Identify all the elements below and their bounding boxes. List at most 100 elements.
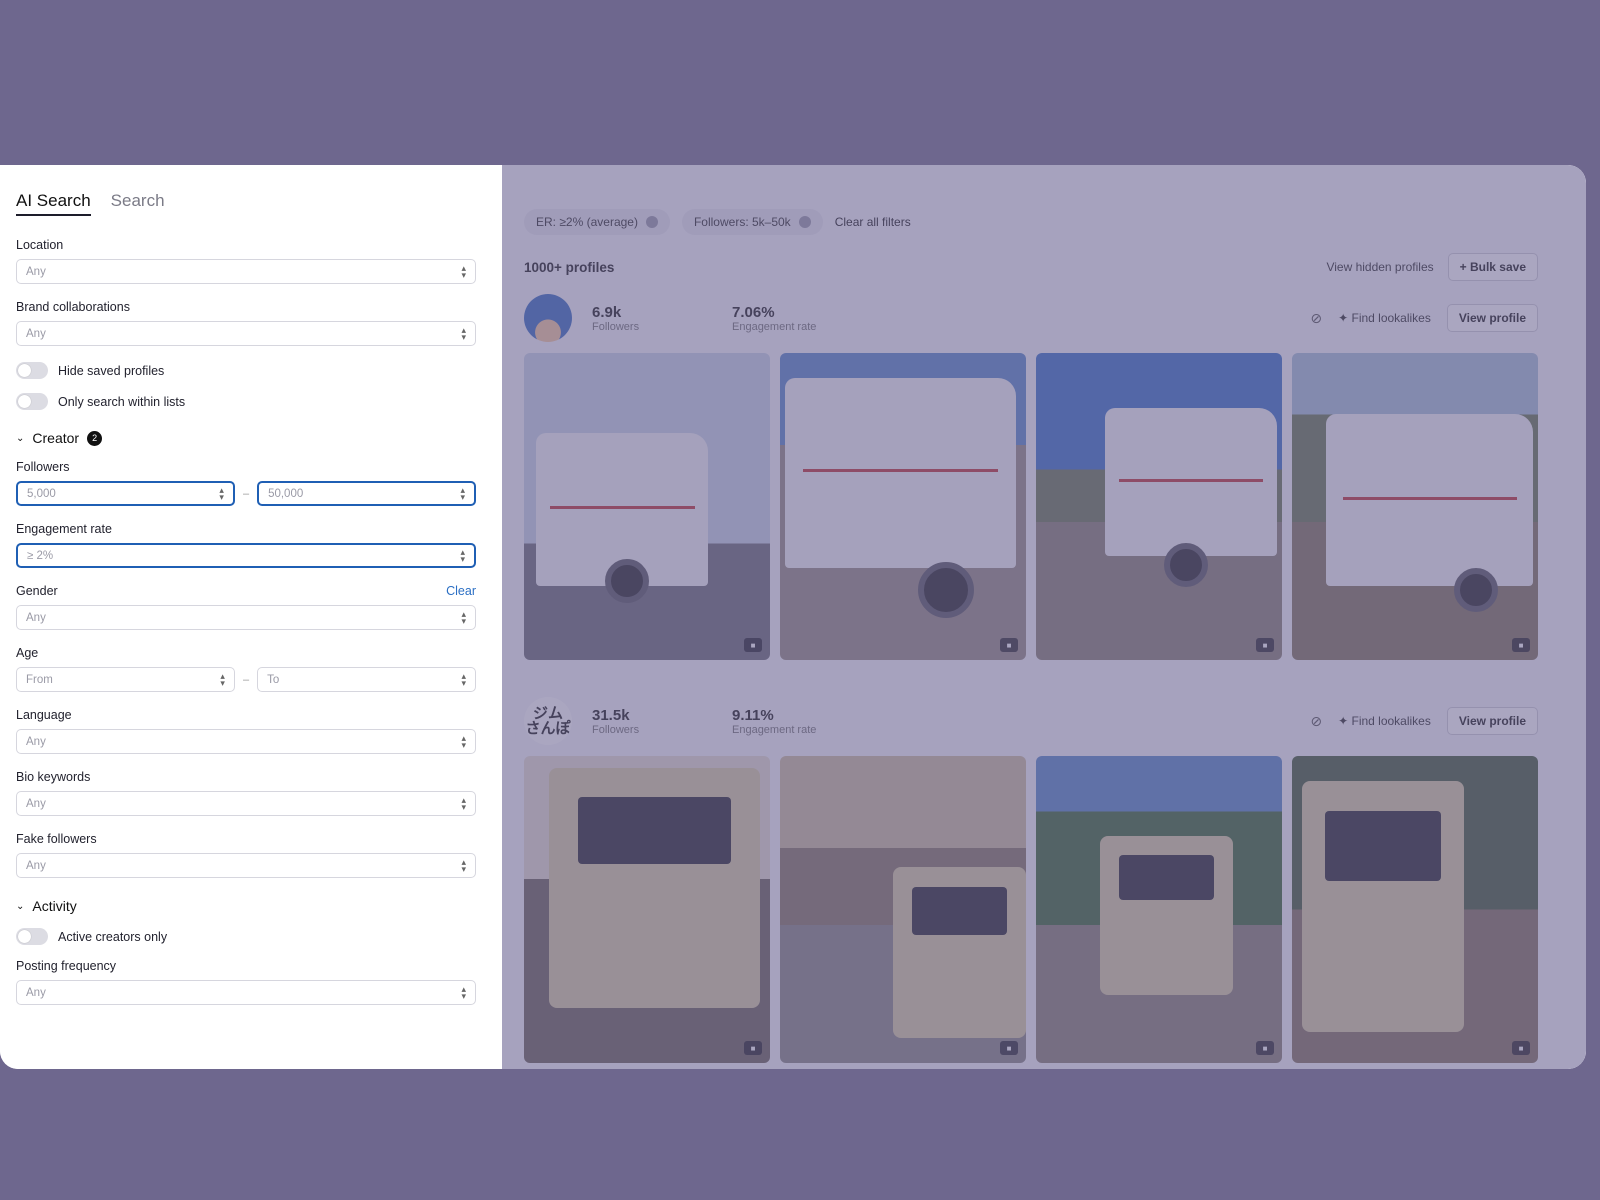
chip-er[interactable]: ER: ≥2% (average): [524, 209, 670, 235]
gender-select[interactable]: Any ▴ ▾: [16, 605, 476, 630]
chevron-updown-icon: ▴ ▾: [461, 608, 466, 626]
avatar[interactable]: ジム さんぽ: [524, 697, 572, 745]
clear-all-filters-link[interactable]: Clear all filters: [835, 215, 911, 229]
brand-value: Any: [26, 327, 46, 340]
brand-field: Brand collaborations Any ▴ ▾: [16, 300, 476, 346]
age-field: Age From ▴ ▾ – To ▴ ▾: [16, 646, 476, 692]
gender-label: Gender: [16, 584, 58, 598]
video-icon: ■: [1256, 638, 1274, 652]
video-icon: ■: [1256, 1041, 1274, 1055]
followers-min-value: 5,000: [27, 487, 56, 500]
view-profile-button[interactable]: View profile: [1446, 304, 1538, 332]
engagement-select[interactable]: ≥ 2% ▴ ▾: [16, 543, 476, 568]
gender-value: Any: [26, 611, 46, 624]
bulk-save-button[interactable]: + Bulk save: [1447, 253, 1538, 281]
active-filter-chips: ER: ≥2% (average) Followers: 5k–50k Clea…: [524, 209, 1538, 235]
language-select[interactable]: Any ▴ ▾: [16, 729, 476, 754]
video-icon: ■: [744, 1041, 762, 1055]
age-from-select[interactable]: From ▴ ▾: [16, 667, 235, 692]
followers-value: 6.9k: [592, 303, 622, 321]
post-thumbnail[interactable]: ■: [524, 353, 770, 660]
followers-max-input[interactable]: 50,000 ▴ ▾: [257, 481, 476, 506]
chevron-updown-icon: ▴ ▾: [461, 983, 466, 1001]
age-label: Age: [16, 646, 39, 660]
post-thumbnail[interactable]: ■: [1036, 353, 1282, 660]
only-lists-toggle[interactable]: [16, 393, 48, 410]
gender-clear-link[interactable]: Clear: [446, 584, 476, 598]
hide-saved-row: Hide saved profiles: [16, 362, 476, 379]
chevron-updown-icon: ▴ ▾: [220, 670, 225, 688]
brand-select[interactable]: Any ▴ ▾: [16, 321, 476, 346]
followers-min-input[interactable]: 5,000 ▴ ▾: [16, 481, 235, 506]
post-thumbnail[interactable]: ■: [524, 756, 770, 1063]
posting-field: Posting frequency Any ▴ ▾: [16, 959, 476, 1005]
find-lookalikes-button[interactable]: ✦ Find lookalikes: [1338, 311, 1431, 325]
followers-label: Followers: [16, 460, 70, 474]
remove-chip-icon[interactable]: [798, 216, 811, 228]
active-only-toggle[interactable]: [16, 928, 48, 945]
age-to-select[interactable]: To ▴ ▾: [257, 667, 476, 692]
search-tabs: AI Search Search: [16, 191, 476, 216]
engagement-label: Engagement rate: [16, 522, 112, 536]
view-profile-button[interactable]: View profile: [1446, 707, 1538, 735]
video-icon: ■: [1512, 1041, 1530, 1055]
only-lists-label: Only search within lists: [58, 394, 186, 409]
hide-eye-icon[interactable]: ⊘: [1310, 310, 1322, 327]
sparkle-icon: ✦: [1338, 714, 1352, 728]
fake-field: Fake followers Any ▴ ▾: [16, 832, 476, 878]
activity-section-toggle[interactable]: ⌄ Activity: [16, 898, 476, 914]
tab-search[interactable]: Search: [111, 191, 165, 216]
post-thumbnail[interactable]: ■: [780, 353, 1026, 660]
video-icon: ■: [744, 638, 762, 652]
language-field: Language Any ▴ ▾: [16, 708, 476, 754]
chip-followers-label: Followers: 5k–50k: [693, 215, 791, 229]
posting-select[interactable]: Any ▴ ▾: [16, 980, 476, 1005]
chevron-updown-icon: ▴ ▾: [219, 484, 224, 502]
chip-followers[interactable]: Followers: 5k–50k: [681, 209, 823, 235]
only-lists-row: Only search within lists: [16, 393, 476, 410]
activity-title: Activity: [32, 898, 77, 914]
app-window: AI Search Search Location Any ▴ ▾ Brand c…: [0, 165, 1586, 1069]
location-field: Location Any ▴ ▾: [16, 238, 476, 284]
chevron-updown-icon: ▴ ▾: [461, 732, 466, 750]
followers-stat: 31.5k Followers: [592, 707, 732, 736]
tab-ai-search[interactable]: AI Search: [16, 191, 91, 216]
chevron-updown-icon: ▴ ▾: [461, 794, 466, 812]
find-lookalikes-button[interactable]: ✦ Find lookalikes: [1338, 714, 1431, 728]
language-value: Any: [26, 735, 46, 748]
chevron-updown-icon: ▴ ▾: [460, 484, 465, 502]
post-thumbnail[interactable]: ■: [780, 756, 1026, 1063]
creator-section-toggle[interactable]: ⌄ Creator 2: [16, 430, 476, 446]
sparkle-icon: ✦: [1338, 311, 1352, 325]
bio-value: Any: [26, 797, 46, 810]
hide-eye-icon[interactable]: ⊘: [1310, 713, 1322, 730]
active-only-row: Active creators only: [16, 928, 476, 945]
chevron-updown-icon: ▴ ▾: [461, 324, 466, 342]
engagement-field: Engagement rate ≥ 2% ▴ ▾: [16, 522, 476, 568]
gender-field: Gender Clear Any ▴ ▾: [16, 584, 476, 630]
avatar[interactable]: [524, 294, 572, 342]
er-value: 7.06%: [732, 303, 775, 321]
creator-count-badge: 2: [87, 430, 103, 446]
bio-label: Bio keywords: [16, 770, 91, 784]
results-count: 1000+ profiles: [524, 259, 615, 275]
fake-value: Any: [26, 859, 46, 872]
location-select[interactable]: Any ▴ ▾: [16, 259, 476, 284]
fake-select[interactable]: Any ▴ ▾: [16, 853, 476, 878]
er-caption: Engagement rate: [732, 723, 817, 736]
followers-value: 31.5k: [592, 706, 630, 724]
remove-chip-icon[interactable]: [645, 216, 658, 228]
er-value: 9.11%: [732, 706, 774, 724]
posting-label: Posting frequency: [16, 959, 117, 973]
bio-select[interactable]: Any ▴ ▾: [16, 791, 476, 816]
hide-saved-toggle[interactable]: [16, 362, 48, 379]
post-thumbnail[interactable]: ■: [1036, 756, 1282, 1063]
post-thumbnail[interactable]: ■: [1292, 353, 1538, 660]
location-label: Location: [16, 238, 64, 252]
location-value: Any: [26, 265, 46, 278]
post-thumbnail[interactable]: ■: [1292, 756, 1538, 1063]
profile-card: ジム さんぽ 31.5k Followers 9.11% Engagement …: [524, 697, 1538, 1063]
followers-caption: Followers: [592, 320, 640, 333]
language-label: Language: [16, 708, 72, 722]
view-hidden-profiles-link[interactable]: View hidden profiles: [1326, 260, 1433, 274]
